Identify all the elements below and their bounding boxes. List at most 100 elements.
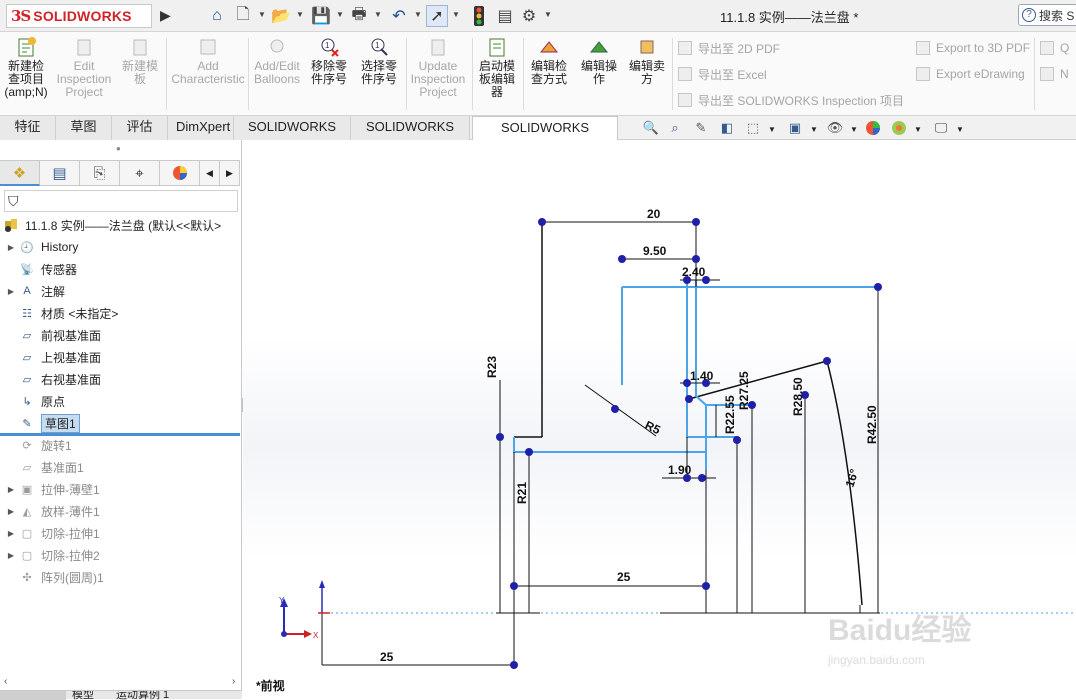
print-icon[interactable]: 🖶 — [348, 5, 370, 27]
view-settings-dropdown-icon[interactable]: ▼ — [956, 125, 964, 134]
expand-arrow-icon[interactable]: ▶ — [4, 551, 18, 560]
tree-item[interactable]: ▶ ▢ 切除-拉伸2 — [0, 544, 240, 566]
tree-item[interactable]: ▶ ◭ 放样-薄件1 — [0, 500, 240, 522]
expand-arrow-icon[interactable]: ▶ — [4, 529, 18, 538]
open-dropdown-icon[interactable]: ▼ — [296, 10, 304, 19]
select-balloon-button[interactable]: 1 选择零 件序号 — [356, 36, 402, 112]
tree-item[interactable]: 📡 传感器 — [0, 258, 240, 280]
view-orientation-icon[interactable]: ⬚ — [742, 119, 764, 137]
panel-scroll-left-button[interactable]: ◀ — [200, 160, 220, 186]
export-inspection-project-button[interactable]: 导出至 SOLIDWORKS Inspection 项目 — [678, 90, 904, 110]
edit-inspection-project-button[interactable]: Edit Inspection Project — [54, 36, 114, 112]
tree-item[interactable]: ⟳ 旋转1 — [0, 434, 240, 456]
home-icon[interactable]: ⌂ — [206, 5, 228, 27]
dim-angle: 16° — [843, 467, 862, 489]
rollback-bar[interactable] — [0, 433, 240, 436]
scene-icon[interactable] — [888, 119, 910, 137]
sketch-canvas[interactable]: 20 9.50 2.40 1.40 1.90 25 25 R5 R23 R21 … — [243, 140, 1076, 699]
expand-arrow-icon[interactable]: ▶ — [4, 507, 18, 516]
undo-dropdown-icon[interactable]: ▼ — [414, 10, 422, 19]
tree-item[interactable]: ▱ 右视基准面 — [0, 368, 240, 390]
tree-item[interactable]: ↳ 原点 — [0, 390, 240, 412]
tree-scroll-right-icon[interactable]: › — [232, 676, 235, 687]
tree-item[interactable]: ✣ 阵列(圆周)1 — [0, 566, 240, 588]
tree-scroll-left-icon[interactable]: ‹ — [4, 676, 7, 687]
section-view-icon[interactable]: ◧ — [716, 119, 738, 137]
scene-dropdown-icon[interactable]: ▼ — [914, 125, 922, 134]
export-label: Export eDrawing — [936, 67, 1025, 81]
tree-item[interactable]: ☷ 材质 <未指定> — [0, 302, 240, 324]
tree-item[interactable]: ▶ A 注解 — [0, 280, 240, 302]
export-3d-pdf-button[interactable]: Export to 3D PDF — [916, 38, 1030, 58]
edit-operation-button[interactable]: 编辑操 作 — [576, 36, 622, 112]
new-dropdown-icon[interactable]: ▼ — [258, 10, 266, 19]
add-characteristic-button[interactable]: Add Characteristic — [170, 36, 246, 112]
view-settings-icon[interactable]: 🖵 — [930, 119, 952, 137]
hide-show-dropdown-icon[interactable]: ▼ — [850, 125, 858, 134]
export-edrawing-button[interactable]: Export eDrawing — [916, 64, 1030, 84]
expand-arrow-icon[interactable]: ▶ — [4, 485, 18, 494]
tree-item[interactable]: ▱ 前视基准面 — [0, 324, 240, 346]
configuration-manager-tab[interactable]: ⎘ — [80, 160, 120, 186]
new-document-icon[interactable]: 🗋 — [232, 5, 254, 27]
search-box[interactable]: ? 搜索 S — [1018, 4, 1076, 26]
extra-n-button[interactable]: N — [1040, 64, 1069, 84]
tab-inspection[interactable]: SOLIDWORKS Inspection — [472, 116, 618, 157]
update-inspection-project-button[interactable]: Update Inspection Project — [408, 36, 468, 112]
select-pointer-icon[interactable]: ➚ — [426, 5, 448, 27]
appearance-icon[interactable] — [862, 119, 884, 137]
tab-evaluate[interactable]: 评估 — [112, 116, 168, 140]
tree-item[interactable]: ▶ ▣ 拉伸-薄壁1 — [0, 478, 240, 500]
previous-view-icon[interactable]: ✎ — [690, 119, 712, 137]
options-gear-icon[interactable]: ⚙ — [518, 5, 540, 27]
panel-scroll-right-button[interactable]: ▶ — [220, 160, 240, 186]
select-dropdown-icon[interactable]: ▼ — [452, 10, 460, 19]
tree-item[interactable]: ▱ 上视基准面 — [0, 346, 240, 368]
button-label: 移除零 件序号 — [310, 59, 347, 86]
tree-item[interactable]: ✎ 草图1 — [0, 412, 240, 434]
tree-item[interactable]: ▱ 基准面1 — [0, 456, 240, 478]
remove-balloon-button[interactable]: 1 移除零 件序号 — [306, 36, 352, 112]
tab-cam[interactable]: SOLIDWORKS CAM — [351, 116, 470, 156]
launch-template-editor-button[interactable]: 启动模 板编辑 器 — [474, 36, 520, 112]
display-manager-tab[interactable] — [160, 160, 200, 186]
edit-vendor-button[interactable]: 编辑卖 方 — [624, 36, 670, 112]
add-edit-balloons-button[interactable]: Add/Edit Balloons — [252, 36, 302, 112]
solidworks-logo[interactable]: 3S SOLIDWORKS — [6, 4, 152, 28]
dimxpert-manager-tab[interactable]: ⌖ — [120, 160, 160, 186]
save-dropdown-icon[interactable]: ▼ — [336, 10, 344, 19]
print-dropdown-icon[interactable]: ▼ — [374, 10, 382, 19]
panel-collapse-handle[interactable]: ● — [116, 144, 121, 153]
zoom-to-fit-icon[interactable]: 🔍 — [640, 119, 662, 137]
tab-dimxpert[interactable]: DimXpert — [168, 116, 234, 140]
extra-q-button[interactable]: Q — [1040, 38, 1069, 58]
tree-filter[interactable]: ⛉ — [4, 190, 238, 212]
tree-item[interactable]: ▶ 🕘 History — [0, 236, 240, 258]
zoom-area-icon[interactable]: ⌕ — [664, 119, 686, 137]
edit-inspection-method-button[interactable]: 编辑检 查方式 — [526, 36, 572, 112]
traffic-light-icon[interactable] — [468, 5, 490, 27]
open-folder-icon[interactable]: 📂 — [270, 5, 292, 27]
options-dropdown-icon[interactable]: ▼ — [544, 10, 552, 19]
tree-root[interactable]: 11.1.8 实例——法兰盘 (默认<<默认> — [0, 214, 240, 236]
export-2d-pdf-button[interactable]: 导出至 2D PDF — [678, 38, 904, 58]
expand-arrow-icon[interactable]: ▶ — [4, 243, 18, 252]
expand-arrow-icon[interactable]: ▶ — [4, 287, 18, 296]
export-excel-button[interactable]: 导出至 Excel — [678, 64, 904, 84]
save-icon[interactable]: 💾 — [310, 5, 332, 27]
tab-sketch[interactable]: 草图 — [56, 116, 112, 140]
menu-expand-icon[interactable]: ▶ — [160, 7, 174, 25]
display-style-dropdown-icon[interactable]: ▼ — [810, 125, 818, 134]
tree-item[interactable]: ▶ ▢ 切除-拉伸1 — [0, 522, 240, 544]
display-style-icon[interactable]: ▣ — [784, 119, 806, 137]
tab-features[interactable]: 特征 — [0, 116, 56, 140]
undo-icon[interactable]: ↶ — [388, 5, 410, 27]
orientation-dropdown-icon[interactable]: ▼ — [768, 125, 776, 134]
file-properties-icon[interactable]: ▤ — [494, 5, 516, 27]
new-inspection-project-button[interactable]: 新建检 查项目 (amp;N) — [4, 36, 48, 112]
feature-manager-tab[interactable]: ❖ — [0, 160, 40, 186]
hide-show-icon[interactable]: 👁 — [824, 119, 846, 137]
property-manager-tab[interactable]: ▤ — [40, 160, 80, 186]
tab-addins[interactable]: SOLIDWORKS 插件 — [234, 116, 351, 156]
new-template-button[interactable]: 新建模 板 — [118, 36, 162, 112]
